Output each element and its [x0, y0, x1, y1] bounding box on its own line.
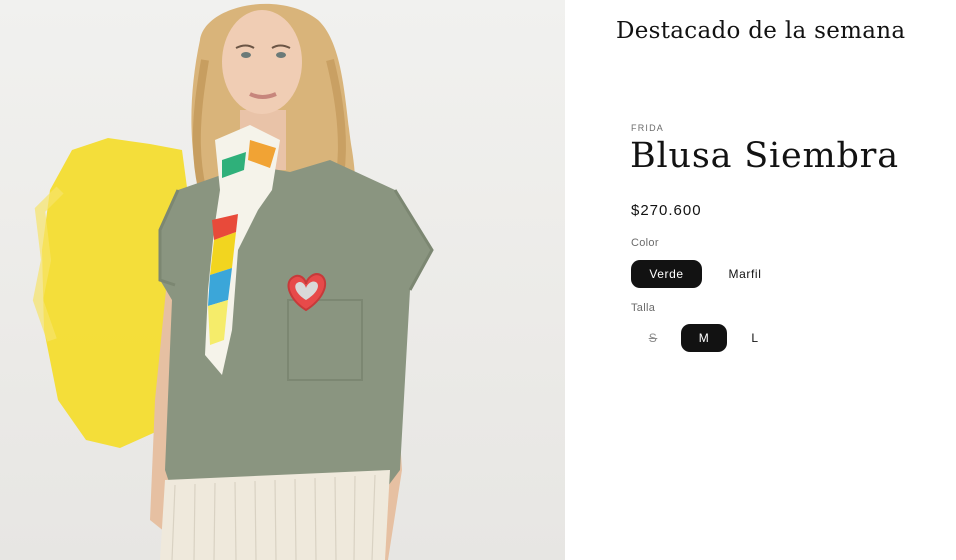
- color-option-label: Color: [631, 237, 659, 249]
- size-option-m[interactable]: M: [681, 324, 727, 352]
- size-option-label: Talla: [631, 302, 656, 314]
- section-heading: Destacado de la semana: [616, 18, 906, 44]
- size-option-l[interactable]: L: [736, 324, 774, 352]
- product-title: Blusa Siembra: [630, 136, 899, 176]
- blouse: [160, 160, 432, 500]
- color-option-verde[interactable]: Verde: [631, 260, 702, 288]
- product-vendor: FRIDA: [631, 123, 664, 133]
- product-image[interactable]: [0, 0, 565, 560]
- product-price: $270.600: [631, 202, 702, 219]
- product-photo-illustration: [32, 3, 434, 560]
- size-option-s[interactable]: S: [634, 324, 672, 352]
- color-option-marfil[interactable]: Marfil: [712, 260, 778, 288]
